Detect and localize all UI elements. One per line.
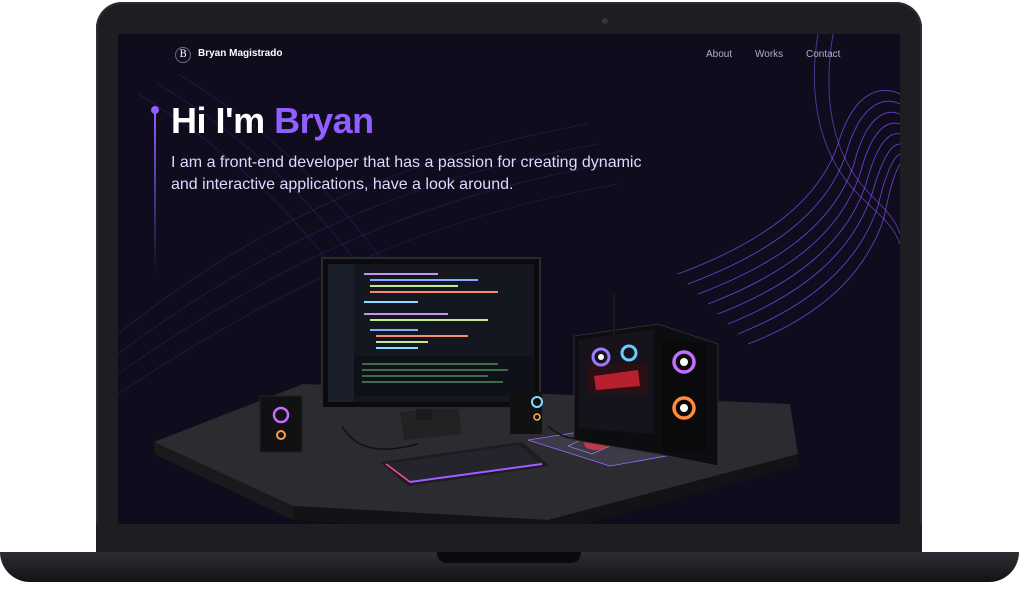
navbar: B Bryan Magistrado About Works Contact bbox=[118, 34, 900, 78]
brand-name[interactable]: Bryan Magistrado bbox=[198, 48, 282, 59]
hero-subtitle: I am a front-end developer that has a pa… bbox=[171, 154, 642, 193]
hero-headline: Hi I'm Bryan bbox=[171, 100, 374, 142]
nav-link-about[interactable]: About bbox=[706, 49, 732, 60]
speaker-right bbox=[510, 392, 542, 434]
desk-setup-3d-scene[interactable] bbox=[118, 244, 900, 524]
hero-greeting: Hi I'm bbox=[171, 100, 275, 141]
speaker-left bbox=[259, 395, 303, 453]
hero-name: Bryan bbox=[274, 100, 374, 141]
logo-icon[interactable]: B bbox=[175, 47, 191, 63]
camera-icon bbox=[602, 18, 608, 24]
nav-link-contact[interactable]: Contact bbox=[806, 49, 840, 60]
website-screen: B Bryan Magistrado About Works Contact H… bbox=[118, 34, 900, 524]
laptop-notch bbox=[437, 552, 581, 563]
laptop-frame: B Bryan Magistrado About Works Contact H… bbox=[0, 0, 1019, 602]
nav-link-works[interactable]: Works bbox=[755, 49, 783, 60]
